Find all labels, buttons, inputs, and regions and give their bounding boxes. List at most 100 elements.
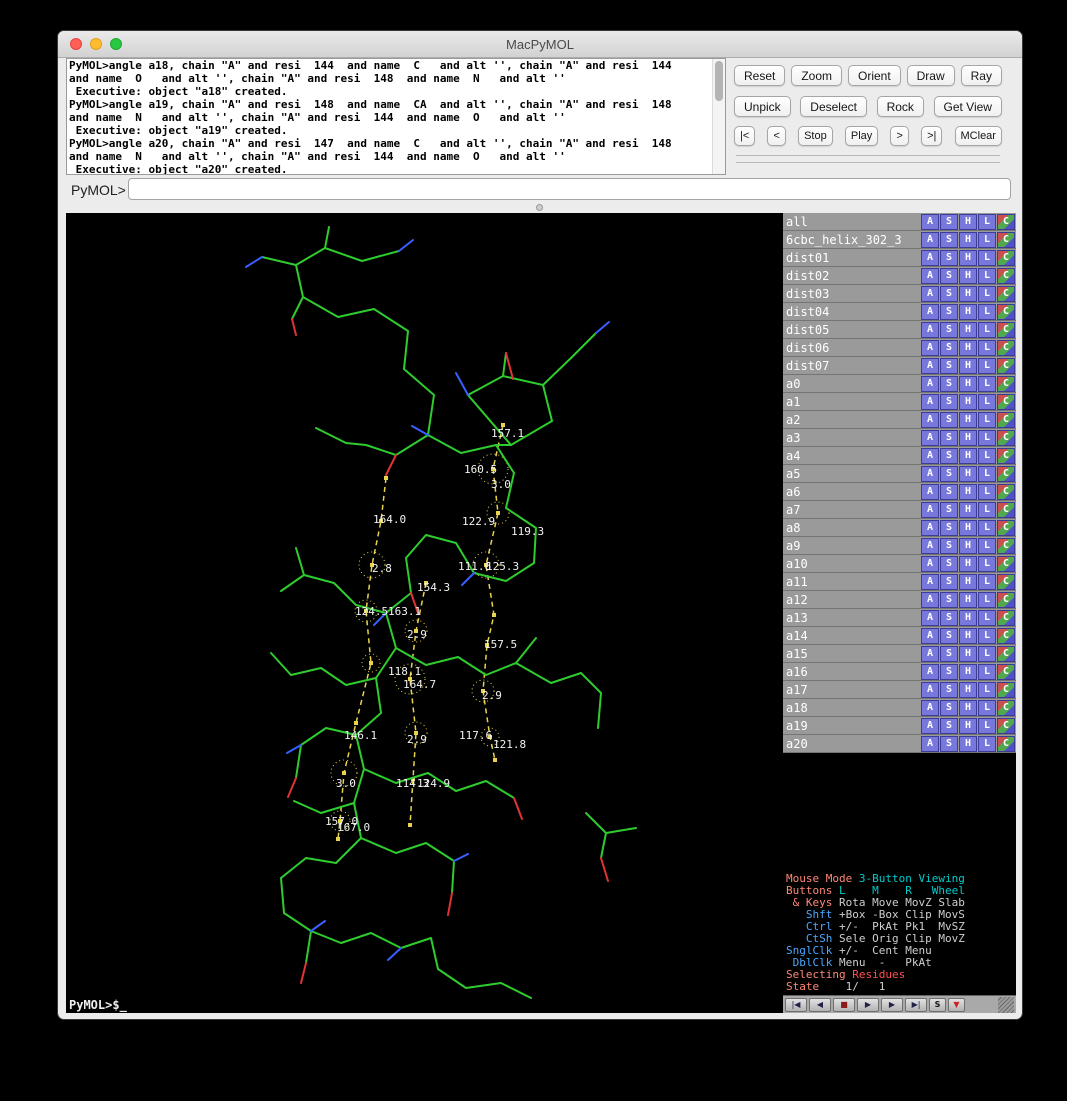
h-menu-button[interactable]: H: [959, 430, 977, 446]
l-menu-button[interactable]: L: [978, 232, 996, 248]
s-menu-button[interactable]: S: [940, 574, 958, 590]
console-output[interactable]: PyMOL>angle a18, chain "A" and resi 144 …: [66, 58, 726, 175]
object-row-a7[interactable]: a7ASHLC: [783, 501, 1016, 519]
l-menu-button[interactable]: L: [978, 556, 996, 572]
a-menu-button[interactable]: A: [921, 394, 939, 410]
object-row-a13[interactable]: a13ASHLC: [783, 609, 1016, 627]
s-menu-button[interactable]: S: [940, 682, 958, 698]
a-menu-button[interactable]: A: [921, 700, 939, 716]
h-menu-button[interactable]: H: [959, 682, 977, 698]
console-scrollbar[interactable]: [712, 59, 725, 174]
c-menu-button[interactable]: C: [997, 466, 1015, 482]
l-menu-button[interactable]: L: [978, 718, 996, 734]
c-menu-button[interactable]: C: [997, 718, 1015, 734]
c-menu-button[interactable]: C: [997, 448, 1015, 464]
l-menu-button[interactable]: L: [978, 394, 996, 410]
a-menu-button[interactable]: A: [921, 682, 939, 698]
c-menu-button[interactable]: C: [997, 682, 1015, 698]
s-menu-button[interactable]: S: [940, 394, 958, 410]
object-row-dist03[interactable]: dist03ASHLC: [783, 285, 1016, 303]
c-menu-button[interactable]: C: [997, 520, 1015, 536]
a-menu-button[interactable]: A: [921, 412, 939, 428]
s-menu-button[interactable]: S: [940, 538, 958, 554]
deselect-button[interactable]: Deselect: [800, 96, 867, 117]
s-menu-button[interactable]: S: [940, 250, 958, 266]
h-menu-button[interactable]: H: [959, 214, 977, 230]
l-menu-button[interactable]: L: [978, 430, 996, 446]
c-menu-button[interactable]: C: [997, 376, 1015, 392]
reset-button[interactable]: Reset: [734, 65, 785, 86]
-button[interactable]: >|: [921, 126, 942, 146]
step-forward-button[interactable]: ▶: [881, 998, 903, 1012]
ray-button[interactable]: Ray: [961, 65, 1002, 86]
l-menu-button[interactable]: L: [978, 682, 996, 698]
l-menu-button[interactable]: L: [978, 502, 996, 518]
a-menu-button[interactable]: A: [921, 628, 939, 644]
h-menu-button[interactable]: H: [959, 268, 977, 284]
-button[interactable]: >: [890, 126, 908, 146]
c-menu-button[interactable]: C: [997, 412, 1015, 428]
h-menu-button[interactable]: H: [959, 664, 977, 680]
s-menu-button[interactable]: S: [940, 502, 958, 518]
object-name[interactable]: a9: [783, 539, 921, 553]
h-menu-button[interactable]: H: [959, 484, 977, 500]
3d-viewport[interactable]: 157.1160.53.0164.0122.9119.32.8111.6125.…: [66, 213, 783, 1013]
play-button[interactable]: Play: [845, 126, 878, 146]
c-menu-button[interactable]: C: [997, 214, 1015, 230]
c-menu-button[interactable]: C: [997, 610, 1015, 626]
a-menu-button[interactable]: A: [921, 340, 939, 356]
a-menu-button[interactable]: A: [921, 466, 939, 482]
object-name[interactable]: dist03: [783, 287, 921, 301]
h-menu-button[interactable]: H: [959, 466, 977, 482]
object-name[interactable]: dist01: [783, 251, 921, 265]
object-name[interactable]: a5: [783, 467, 921, 481]
h-menu-button[interactable]: H: [959, 412, 977, 428]
stop-button[interactable]: Stop: [798, 126, 833, 146]
object-row-a17[interactable]: a17ASHLC: [783, 681, 1016, 699]
c-menu-button[interactable]: C: [997, 286, 1015, 302]
object-row-a0[interactable]: a0ASHLC: [783, 375, 1016, 393]
h-menu-button[interactable]: H: [959, 448, 977, 464]
l-menu-button[interactable]: L: [978, 520, 996, 536]
object-name[interactable]: a1: [783, 395, 921, 409]
s-menu-button[interactable]: S: [940, 484, 958, 500]
vcr-menu-button[interactable]: ▼: [948, 998, 965, 1012]
l-menu-button[interactable]: L: [978, 286, 996, 302]
rock-button[interactable]: Rock: [877, 96, 924, 117]
object-name[interactable]: a2: [783, 413, 921, 427]
object-name[interactable]: a16: [783, 665, 921, 679]
object-name[interactable]: a19: [783, 719, 921, 733]
h-menu-button[interactable]: H: [959, 646, 977, 662]
object-name[interactable]: a6: [783, 485, 921, 499]
go-to-end-button[interactable]: ▶|: [905, 998, 927, 1012]
l-menu-button[interactable]: L: [978, 358, 996, 374]
object-row-a5[interactable]: a5ASHLC: [783, 465, 1016, 483]
l-menu-button[interactable]: L: [978, 448, 996, 464]
object-row-a6[interactable]: a6ASHLC: [783, 483, 1016, 501]
h-menu-button[interactable]: H: [959, 286, 977, 302]
c-menu-button[interactable]: C: [997, 502, 1015, 518]
c-menu-button[interactable]: C: [997, 664, 1015, 680]
object-name[interactable]: a0: [783, 377, 921, 391]
command-input[interactable]: [128, 178, 1011, 200]
h-menu-button[interactable]: H: [959, 358, 977, 374]
object-name[interactable]: a13: [783, 611, 921, 625]
a-menu-button[interactable]: A: [921, 322, 939, 338]
s-menu-button[interactable]: S: [940, 628, 958, 644]
object-row-a18[interactable]: a18ASHLC: [783, 699, 1016, 717]
unpick-button[interactable]: Unpick: [734, 96, 791, 117]
c-menu-button[interactable]: C: [997, 484, 1015, 500]
h-menu-button[interactable]: H: [959, 376, 977, 392]
console-scrollbar-thumb[interactable]: [715, 61, 723, 101]
scene-button[interactable]: S: [929, 998, 946, 1012]
s-menu-button[interactable]: S: [940, 430, 958, 446]
l-menu-button[interactable]: L: [978, 700, 996, 716]
s-menu-button[interactable]: S: [940, 736, 958, 752]
object-row-all[interactable]: allASHLC: [783, 213, 1016, 231]
object-row-a2[interactable]: a2ASHLC: [783, 411, 1016, 429]
c-menu-button[interactable]: C: [997, 304, 1015, 320]
a-menu-button[interactable]: A: [921, 286, 939, 302]
object-name[interactable]: a3: [783, 431, 921, 445]
s-menu-button[interactable]: S: [940, 322, 958, 338]
mclear-button[interactable]: MClear: [955, 126, 1002, 146]
